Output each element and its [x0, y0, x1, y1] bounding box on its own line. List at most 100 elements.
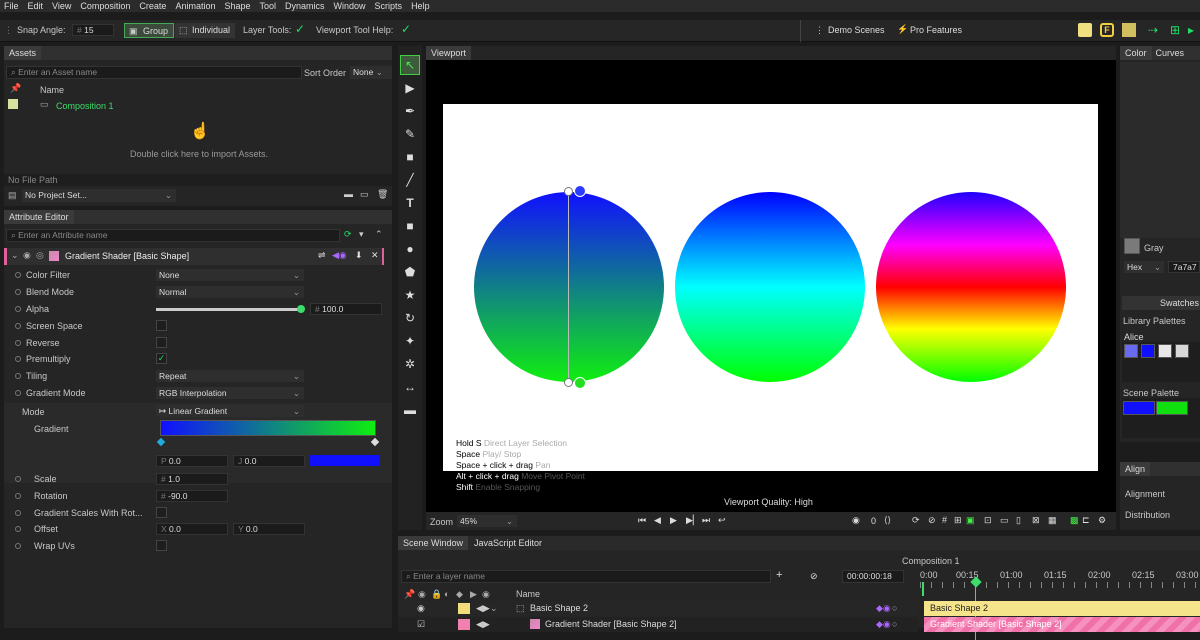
grid-icon[interactable]: # — [942, 515, 947, 525]
render-icon[interactable]: ▸ — [1188, 23, 1194, 37]
current-time-field[interactable]: 00:00:00:18 — [842, 570, 904, 583]
keyframe-dot-icon[interactable] — [15, 356, 21, 362]
distribution-section[interactable]: Distribution — [1125, 510, 1170, 520]
layer-link-icon[interactable]: ◆◉ — [876, 601, 891, 616]
visibility-icon[interactable]: ◎ — [36, 250, 44, 261]
pro-features-button[interactable]: Pro Features — [910, 25, 962, 35]
alpha-input[interactable]: # 100.0 — [310, 303, 382, 315]
notes-icon[interactable] — [1078, 23, 1092, 37]
circle-hsv-gradient[interactable] — [675, 192, 865, 382]
arrow-right-icon[interactable]: ⇢ — [1148, 23, 1158, 37]
timeline-bar-basic-shape[interactable]: Basic Shape 2 — [924, 601, 1200, 616]
time-ruler[interactable]: 0:00 00:15 01:00 01:15 02:00 02:15 03:00 — [920, 570, 1200, 640]
viewport-settings-icon[interactable]: ⚙ — [1098, 515, 1106, 526]
f-icon[interactable]: F — [1100, 23, 1114, 37]
palette-swatch[interactable] — [1175, 344, 1189, 358]
polygon-tool-icon[interactable]: ⬟ — [403, 265, 417, 279]
settings-icon[interactable]: ⇌ — [318, 250, 326, 261]
scene-swatch[interactable] — [1123, 401, 1155, 415]
attribute-search-input[interactable]: ⌕ Enter an Attribute name — [6, 229, 340, 242]
star-tool-icon[interactable]: ★ — [403, 288, 417, 302]
open-folder-icon[interactable]: ▬ — [344, 189, 353, 199]
keyframe-dot-icon[interactable] — [15, 272, 21, 278]
export-icon[interactable]: ⊞ — [1170, 23, 1180, 37]
import-hint[interactable]: Double click here to import Assets. — [130, 149, 268, 159]
color-picker-area[interactable] — [1120, 62, 1200, 238]
expand-chevron-icon[interactable]: ⌄ — [11, 250, 19, 261]
screen-space-checkbox[interactable] — [156, 320, 167, 331]
pixel-icon[interactable]: ▦ — [1048, 515, 1057, 526]
crop-icon[interactable]: ⊏ — [1082, 515, 1090, 526]
rotation-input[interactable]: # -90.0 — [156, 490, 228, 502]
menu-composition[interactable]: Composition — [80, 1, 130, 11]
scale-input[interactable]: # 1.0 — [156, 473, 228, 485]
loop-icon[interactable]: ↩ — [718, 515, 726, 526]
trash-icon[interactable]: 🗑 — [377, 189, 388, 200]
alpha-slider[interactable] — [156, 308, 301, 311]
gear-tool-icon[interactable]: ✲ — [403, 357, 417, 371]
gradient-mode-select[interactable]: RGB Interpolation ⌄ — [156, 387, 304, 399]
camera-icon[interactable]: ■ — [403, 150, 417, 164]
snap-icon[interactable]: ⊘ — [928, 515, 936, 526]
layer-search-input[interactable]: ⌕ Enter a layer name — [401, 570, 771, 583]
pin-layer-icon[interactable]: ⬇ — [355, 250, 363, 261]
keyframe-dot-icon[interactable] — [15, 510, 21, 516]
hex-input[interactable]: 7a7a7 — [1168, 261, 1200, 273]
keyframe-nav-icon[interactable]: ⟨⟩ — [884, 515, 891, 526]
gradient-handle-end[interactable] — [564, 378, 573, 387]
layer-header[interactable]: ⌄ ◉ ◎ Gradient Shader [Basic Shape] ⇌ ◀◉… — [4, 248, 384, 265]
gradient-scales-checkbox[interactable] — [156, 507, 167, 518]
individual-button[interactable]: ⬚ Individual — [175, 23, 235, 38]
keyframe-dot-icon[interactable] — [15, 390, 21, 396]
gradient-handle-end-color[interactable] — [574, 377, 586, 389]
layer-row-basic-shape[interactable]: ◉ ◀▶ ⌄ ⬚ Basic Shape 2 ◆◉ ○ — [398, 601, 918, 616]
menu-dynamics[interactable]: Dynamics — [285, 1, 325, 11]
layer-name[interactable]: Basic Shape 2 — [530, 601, 588, 616]
tab-align[interactable]: Align — [1120, 462, 1151, 476]
collapse-icon[interactable]: ⌃ — [375, 229, 383, 240]
line-tool-icon[interactable]: ╱ — [403, 173, 417, 187]
offset-x-input[interactable]: X 0.0 — [156, 523, 228, 535]
snap-angle-input[interactable]: # 15 — [72, 24, 114, 36]
offset-y-input[interactable]: Y 0.0 — [233, 523, 305, 535]
asset-search-input[interactable]: ⌕ Enter an Asset name — [6, 66, 302, 79]
tiling-select[interactable]: Repeat ⌄ — [156, 370, 304, 382]
monitor-icon[interactable]: ▭ — [360, 189, 369, 200]
project-set-select[interactable]: No Project Set... ⌄ — [22, 189, 176, 202]
p-input[interactable]: P 0.0 — [156, 455, 228, 467]
menu-animation[interactable]: Animation — [175, 1, 215, 11]
tab-assets[interactable]: Assets — [4, 46, 42, 60]
palette-swatch[interactable] — [1158, 344, 1172, 358]
keyframe-dot-icon[interactable] — [15, 526, 21, 532]
refresh-icon[interactable]: ⟳ — [344, 229, 352, 240]
keyframe-dot-icon[interactable] — [15, 493, 21, 499]
menu-create[interactable]: Create — [139, 1, 166, 11]
swatches-button[interactable]: Swatches — [1122, 296, 1200, 310]
keyframe-filter-icon[interactable]: ⊘ — [810, 571, 818, 582]
keyframe-dot-icon[interactable] — [15, 289, 21, 295]
asset-item-composition[interactable]: Composition 1 — [56, 101, 114, 111]
keyframe-dot-icon[interactable] — [15, 340, 21, 346]
circle-rgb-gradient[interactable] — [474, 192, 664, 382]
expand-layer-icon[interactable]: ⌄ — [490, 601, 498, 616]
last-frame-icon[interactable]: ⏭ — [702, 515, 710, 526]
menu-help[interactable]: Help — [411, 1, 430, 11]
text-tool-icon[interactable]: T — [403, 196, 417, 210]
scene-swatch[interactable] — [1156, 401, 1188, 415]
record-icon[interactable]: ◉ — [852, 515, 860, 526]
close-icon[interactable]: ✕ — [371, 250, 379, 261]
group-button[interactable]: ▣ Group — [124, 23, 174, 38]
layer-color-tag[interactable] — [458, 619, 470, 630]
tab-javascript-editor[interactable]: JavaScript Editor — [468, 538, 542, 548]
add-layer-button[interactable]: + — [776, 569, 782, 581]
menu-file[interactable]: File — [4, 1, 19, 11]
layer-color-tag[interactable] — [458, 603, 470, 614]
checker-icon[interactable]: ▩ — [1070, 515, 1079, 526]
menu-tool[interactable]: Tool — [260, 1, 277, 11]
save-icon[interactable] — [1122, 23, 1136, 37]
color-filter-select[interactable]: None ⌄ — [156, 269, 304, 281]
tab-curves[interactable]: Curves — [1152, 48, 1185, 58]
palette-swatch[interactable] — [1124, 344, 1138, 358]
keyframe-dot-icon[interactable] — [15, 306, 21, 312]
sort-order-select[interactable]: None ⌄ — [350, 66, 392, 79]
